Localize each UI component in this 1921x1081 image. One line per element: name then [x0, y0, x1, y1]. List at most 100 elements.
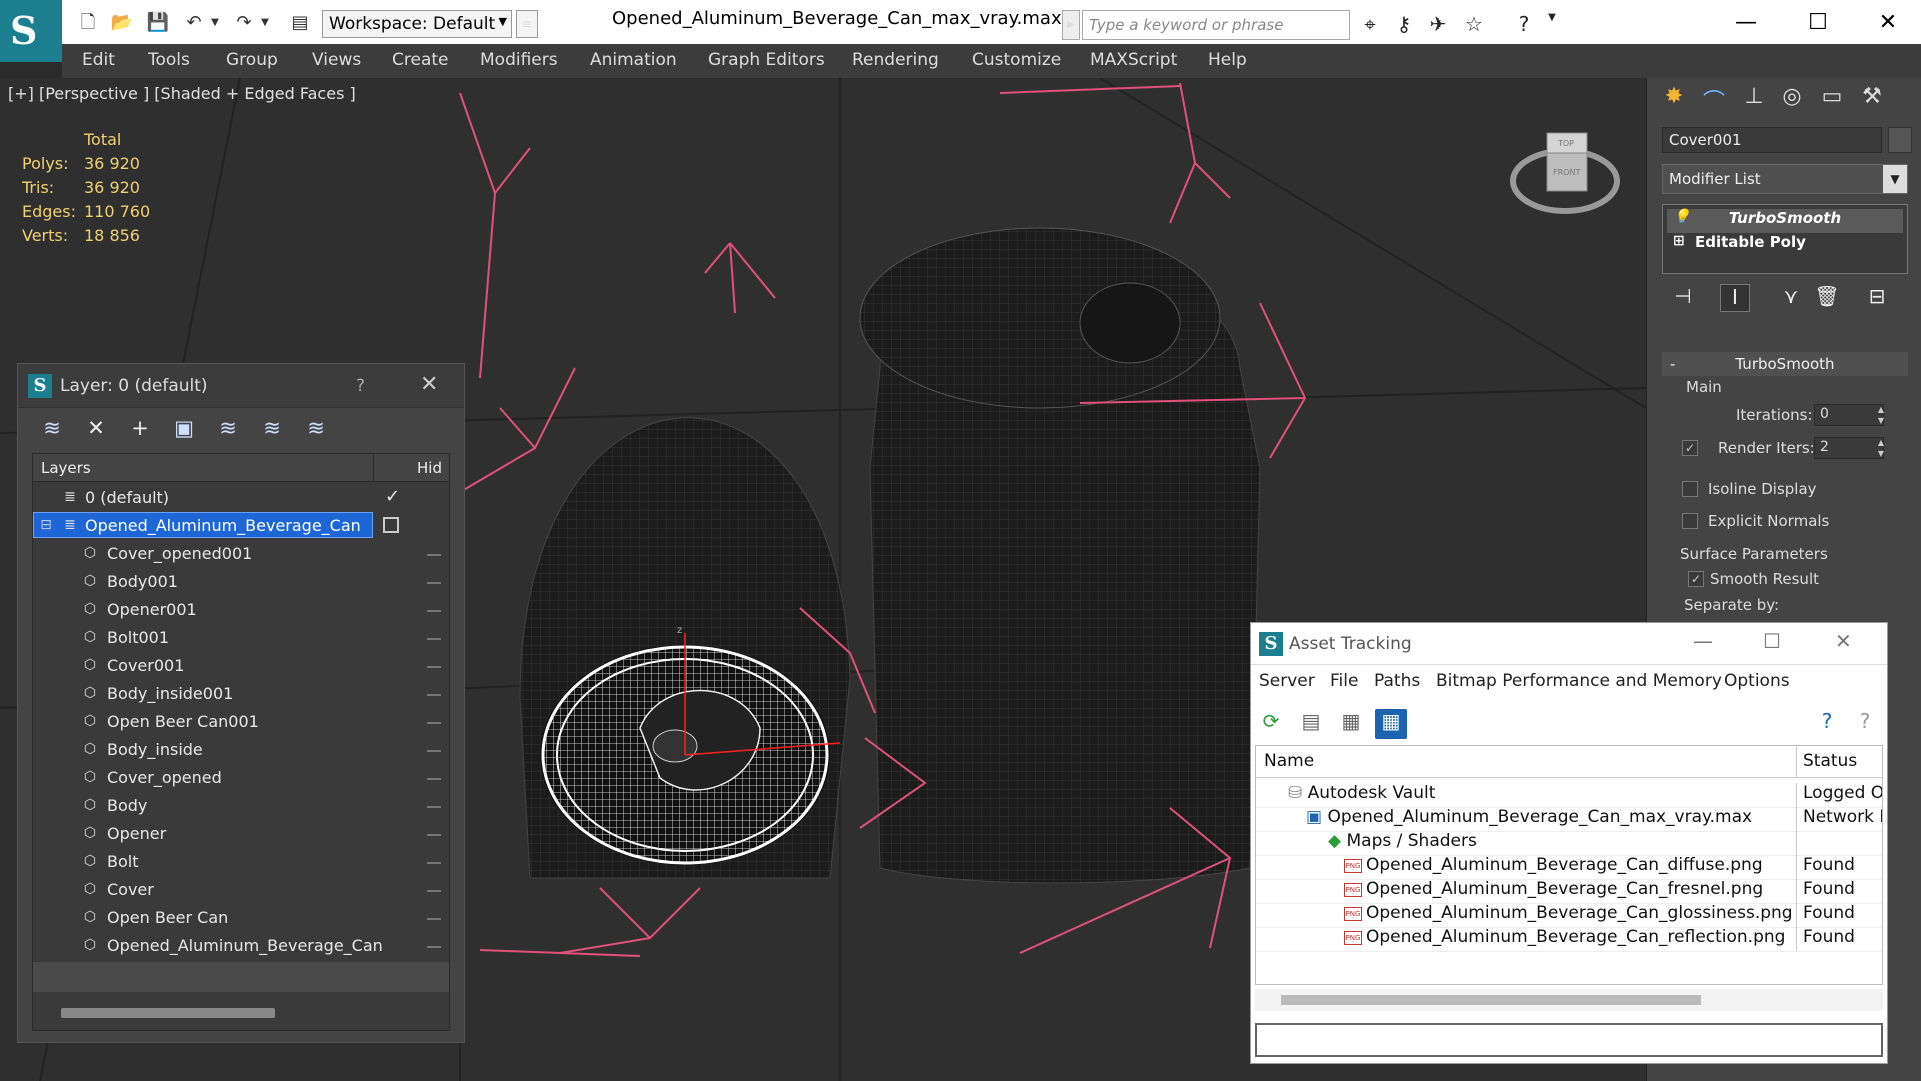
- stack-item-editable-poly[interactable]: ⊞ Editable Poly: [1667, 233, 1903, 257]
- asset-menu-paths[interactable]: Paths: [1374, 671, 1420, 691]
- motion-tab-icon[interactable]: ◎: [1775, 84, 1809, 114]
- hide-column-header[interactable]: Hid: [417, 459, 442, 477]
- search-expand-icon[interactable]: ▶: [1062, 10, 1080, 40]
- help-icon[interactable]: ?: [1510, 12, 1538, 38]
- undo-dropdown-icon[interactable]: ▼: [208, 12, 222, 34]
- layer-scroll-thumb[interactable]: [61, 1008, 275, 1018]
- layer-object-row[interactable]: ⬡ Body001: [33, 568, 449, 596]
- key-icon[interactable]: ⚷: [1390, 12, 1418, 38]
- menu-help[interactable]: Help: [1208, 50, 1247, 70]
- create-tab-icon[interactable]: ✸: [1657, 84, 1691, 114]
- layer-object-row[interactable]: ⬡ Bolt001: [33, 624, 449, 652]
- asset-help-icon[interactable]: ?: [1811, 709, 1843, 739]
- layer-object-row[interactable]: ⬡ Opener: [33, 820, 449, 848]
- display-tab-icon[interactable]: ▭: [1815, 84, 1849, 114]
- layer-object-row[interactable]: ⬡ Body: [33, 792, 449, 820]
- refresh-icon[interactable]: ⟳: [1255, 709, 1287, 739]
- workspace-select[interactable]: Workspace: Default ▼: [322, 10, 512, 38]
- remove-modifier-icon[interactable]: 🗑: [1812, 284, 1842, 312]
- isoline-display-checkbox[interactable]: [1682, 481, 1698, 497]
- asset-path-field[interactable]: [1255, 1023, 1883, 1057]
- asset-menu-options[interactable]: Options: [1724, 671, 1790, 691]
- redo-icon[interactable]: ↷: [230, 12, 258, 34]
- render-iters-spinner-arrows[interactable]: ▲ ▼: [1874, 437, 1888, 459]
- help-dropdown-icon[interactable]: ▼: [1538, 12, 1566, 38]
- favorites-star-icon[interactable]: ☆: [1460, 12, 1488, 38]
- layers-column-header[interactable]: Layers: [41, 459, 91, 477]
- menu-graph-editors[interactable]: Graph Editors: [708, 50, 825, 70]
- search-input[interactable]: Type a keyword or phrase: [1082, 10, 1350, 40]
- menu-rendering[interactable]: Rendering: [852, 50, 939, 70]
- layer-horizontal-scrollbar[interactable]: [35, 996, 447, 1026]
- pin-stack-icon[interactable]: ⊣: [1668, 284, 1698, 312]
- show-end-result-icon[interactable]: Ⅰ: [1720, 284, 1750, 312]
- add-to-layer-icon[interactable]: +: [124, 416, 156, 446]
- list-view-icon[interactable]: ▤: [1295, 709, 1327, 739]
- close-icon[interactable]: ✕: [1864, 6, 1912, 40]
- layer-object-row[interactable]: ⬡ Cover: [33, 876, 449, 904]
- new-layer-icon[interactable]: ≋: [36, 416, 68, 446]
- menu-modifiers[interactable]: Modifiers: [480, 50, 558, 70]
- asset-menu-file[interactable]: File: [1330, 671, 1358, 691]
- set-current-layer-icon[interactable]: ≋: [256, 416, 288, 446]
- render-iters-checkbox[interactable]: ✓: [1682, 440, 1698, 456]
- explicit-normals-checkbox[interactable]: [1682, 513, 1698, 529]
- asset-scroll-thumb[interactable]: [1281, 995, 1701, 1005]
- save-icon[interactable]: 💾: [144, 12, 172, 34]
- undo-icon[interactable]: ↶: [180, 12, 208, 34]
- menu-animation[interactable]: Animation: [590, 50, 677, 70]
- status-column-header[interactable]: Status: [1796, 746, 1882, 777]
- table-view-icon[interactable]: ▦: [1375, 709, 1407, 739]
- thumbnail-view-icon[interactable]: ▦: [1335, 709, 1367, 739]
- redo-dropdown-icon[interactable]: ▼: [258, 12, 272, 34]
- layer-object-row[interactable]: ⬡ Open Beer Can: [33, 904, 449, 932]
- layer-row-default[interactable]: ≣ 0 (default) ✓: [33, 484, 449, 512]
- asset-horizontal-scrollbar[interactable]: [1255, 989, 1883, 1011]
- layer-object-row[interactable]: ⬡ Opened_Aluminum_Beverage_Can: [33, 932, 449, 960]
- layer-window-titlebar[interactable]: S Layer: 0 (default) ? ✕: [18, 364, 464, 408]
- asset-menu-bitmap-performance[interactable]: Bitmap Performance and Memory: [1436, 671, 1722, 691]
- delete-layer-icon[interactable]: ✕: [80, 416, 112, 446]
- menu-customize[interactable]: Customize: [972, 50, 1061, 70]
- make-unique-icon[interactable]: ⋎: [1776, 284, 1806, 312]
- menu-maxscript[interactable]: MAXScript: [1090, 50, 1177, 70]
- menu-edit[interactable]: Edit: [82, 50, 115, 70]
- layer-hide-toggle[interactable]: [383, 517, 399, 533]
- menu-group[interactable]: Group: [226, 50, 278, 70]
- configure-modifier-sets-icon[interactable]: ⊟: [1862, 284, 1892, 312]
- smooth-result-checkbox[interactable]: ✓: [1688, 571, 1704, 587]
- select-objects-icon[interactable]: ▣: [168, 416, 200, 446]
- object-name-field[interactable]: Cover001: [1662, 127, 1882, 153]
- menu-tools[interactable]: Tools: [148, 50, 190, 70]
- new-file-icon[interactable]: 🗋: [74, 12, 102, 34]
- hierarchy-tab-icon[interactable]: ⊥: [1737, 84, 1771, 114]
- select-layer-icon[interactable]: ≋: [212, 416, 244, 446]
- asset-row-png[interactable]: PNG Opened_Aluminum_Beverage_Can_reflecti…: [1256, 924, 1882, 952]
- layer-object-row[interactable]: ⬡ Opener001: [33, 596, 449, 624]
- binoculars-icon[interactable]: ⌖: [1356, 12, 1384, 38]
- communication-icon[interactable]: ✈: [1424, 12, 1452, 38]
- layer-object-row[interactable]: ⬡ Body_inside: [33, 736, 449, 764]
- menu-create[interactable]: Create: [392, 50, 449, 70]
- modifier-list-select[interactable]: Modifier List ▼: [1662, 164, 1908, 194]
- minimize-icon[interactable]: —: [1722, 6, 1770, 40]
- turbosmooth-rollout-header[interactable]: - TurboSmooth: [1662, 352, 1908, 376]
- layer-object-row[interactable]: ⬡ Bolt: [33, 848, 449, 876]
- layer-help-icon[interactable]: ?: [356, 376, 365, 396]
- name-column-header[interactable]: Name: [1264, 751, 1314, 771]
- expand-plus-icon[interactable]: ⊞: [1673, 233, 1685, 249]
- asset-maximize-icon[interactable]: ☐: [1763, 629, 1781, 653]
- modify-tab-icon[interactable]: ⌒: [1697, 84, 1731, 115]
- viewport-label[interactable]: [+] [Perspective ] [Shaded + Edged Faces…: [8, 84, 356, 103]
- layer-close-icon[interactable]: ✕: [420, 372, 438, 397]
- asset-menu-server[interactable]: Server: [1259, 671, 1315, 691]
- asset-minimize-icon[interactable]: —: [1693, 629, 1713, 653]
- utilities-tab-icon[interactable]: ⚒: [1855, 84, 1889, 114]
- layer-object-row[interactable]: ⬡ Cover001: [33, 652, 449, 680]
- layer-row-opened-can[interactable]: ⊟ ≣ Opened_Aluminum_Beverage_Can: [33, 512, 449, 540]
- workspace-menu-icon[interactable]: ≡: [516, 10, 538, 38]
- collapse-icon[interactable]: ⊟: [37, 517, 55, 535]
- layer-object-row[interactable]: ⬡ Cover_opened: [33, 764, 449, 792]
- layer-object-row[interactable]: ⬡ Open Beer Can001: [33, 708, 449, 736]
- app-logo[interactable]: S: [0, 0, 62, 62]
